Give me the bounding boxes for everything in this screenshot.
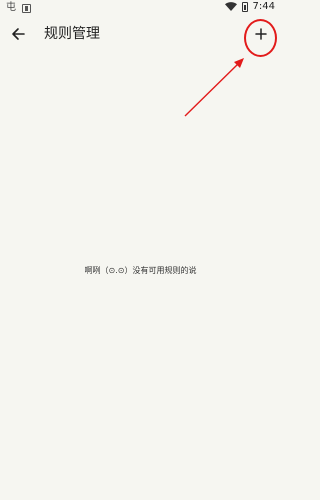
back-arrow-icon	[12, 28, 25, 40]
app-bar: 规则管理	[0, 16, 281, 52]
wifi-icon	[224, 2, 237, 11]
page-title: 规则管理	[44, 26, 100, 42]
status-right: 7:44	[224, 1, 275, 13]
add-rule-button[interactable]	[246, 20, 276, 48]
status-left: 屯	[6, 2, 31, 14]
add-icon	[255, 28, 267, 40]
status-time: 7:44	[252, 1, 275, 12]
annotation-arrow	[184, 58, 244, 117]
battery-icon	[241, 2, 248, 12]
status-notification-glyph: 屯	[6, 2, 16, 13]
notification-icon	[22, 3, 31, 13]
back-button[interactable]	[6, 22, 30, 46]
status-bar: 屯 7:44	[0, 0, 281, 16]
empty-state-message: 啊咧（⊙.⊙）没有可用规则的说	[84, 266, 197, 275]
